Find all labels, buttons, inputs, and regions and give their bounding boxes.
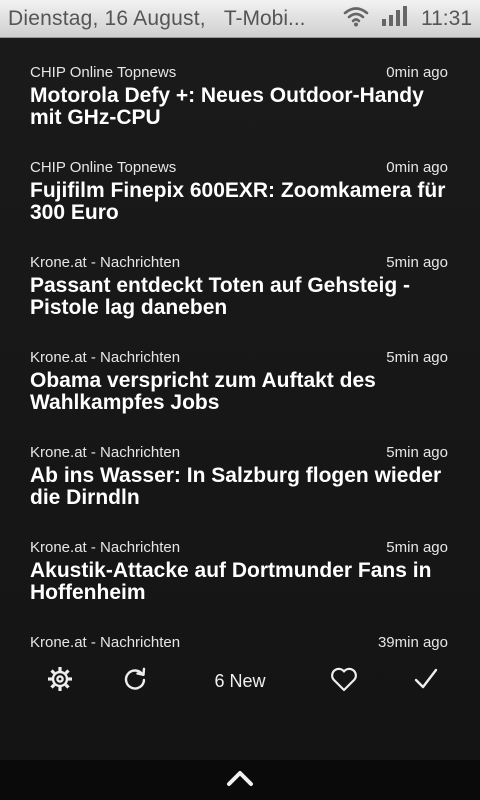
news-age: 5min ago bbox=[386, 444, 448, 461]
news-age: 5min ago bbox=[386, 349, 448, 366]
news-title: Ab ins Wasser: In Salzburg flogen wieder… bbox=[30, 464, 442, 509]
news-source: Krone.at - Nachrichten bbox=[30, 254, 181, 271]
checkmark-icon bbox=[413, 666, 439, 697]
new-count-label: 6 New bbox=[214, 670, 266, 691]
news-meta: CHIP Online Topnews 0min ago bbox=[30, 159, 448, 177]
news-meta: CHIP Online Topnews 0min ago bbox=[30, 64, 448, 82]
refresh-button[interactable] bbox=[115, 656, 155, 706]
status-carrier: T-Mobi... bbox=[223, 6, 306, 30]
news-item[interactable]: Krone.at - Nachrichten 39min ago bbox=[30, 634, 448, 652]
news-age: 5min ago bbox=[386, 254, 448, 271]
news-item[interactable]: Krone.at - Nachrichten 5min ago Akustik-… bbox=[30, 539, 448, 604]
favorite-button[interactable] bbox=[324, 656, 364, 706]
panel-handle[interactable] bbox=[0, 760, 480, 800]
news-age: 5min ago bbox=[386, 539, 448, 556]
mark-read-button[interactable] bbox=[406, 656, 446, 706]
news-source: CHIP Online Topnews bbox=[30, 159, 177, 176]
status-icons: 11:31 bbox=[343, 5, 472, 33]
news-source: Krone.at - Nachrichten bbox=[30, 349, 181, 366]
news-title: Passant entdeckt Toten auf Gehsteig - Pi… bbox=[30, 274, 411, 319]
news-source: Krone.at - Nachrichten bbox=[30, 444, 181, 461]
new-count-button[interactable]: 6 New bbox=[190, 656, 290, 706]
news-title: Fujifilm Finepix 600EXR: Zoomkamera für … bbox=[30, 179, 446, 224]
news-meta: Krone.at - Nachrichten 5min ago bbox=[30, 254, 448, 272]
settings-button[interactable] bbox=[40, 656, 80, 706]
news-meta: Krone.at - Nachrichten 5min ago bbox=[30, 349, 448, 367]
refresh-icon bbox=[122, 666, 148, 697]
news-title: Motorola Defy +: Neues Outdoor-Handy mit… bbox=[30, 84, 424, 129]
toolbar: 6 New bbox=[0, 656, 480, 706]
status-time: 11:31 bbox=[421, 6, 472, 30]
chevron-up-icon bbox=[226, 769, 254, 792]
news-source: CHIP Online Topnews bbox=[30, 64, 177, 81]
gear-icon bbox=[47, 666, 73, 697]
news-source: Krone.at - Nachrichten bbox=[30, 634, 181, 651]
heart-icon bbox=[330, 666, 358, 697]
notification-panel: CHIP Online Topnews 0min ago Motorola De… bbox=[0, 38, 480, 760]
news-item[interactable]: CHIP Online Topnews 0min ago Fujifilm Fi… bbox=[30, 159, 448, 224]
news-age: 39min ago bbox=[377, 634, 448, 651]
news-meta: Krone.at - Nachrichten 39min ago bbox=[30, 634, 448, 652]
news-title: Obama verspricht zum Auftakt des Wahlkam… bbox=[30, 369, 376, 414]
news-age: 0min ago bbox=[386, 64, 448, 81]
signal-icon bbox=[381, 5, 409, 33]
news-item[interactable]: Krone.at - Nachrichten 5min ago Passant … bbox=[30, 254, 448, 319]
news-meta: Krone.at - Nachrichten 5min ago bbox=[30, 539, 448, 557]
status-bar: Dienstag, 16 August, T-Mobi... 11:31 bbox=[0, 0, 480, 38]
news-title: Akustik-Attacke auf Dortmunder Fans in H… bbox=[30, 559, 432, 604]
news-item[interactable]: Krone.at - Nachrichten 5min ago Ab ins W… bbox=[30, 444, 448, 509]
news-item[interactable]: CHIP Online Topnews 0min ago Motorola De… bbox=[30, 64, 448, 129]
news-source: Krone.at - Nachrichten bbox=[30, 539, 181, 556]
wifi-icon bbox=[343, 5, 369, 33]
news-meta: Krone.at - Nachrichten 5min ago bbox=[30, 444, 448, 462]
news-item[interactable]: Krone.at - Nachrichten 5min ago Obama ve… bbox=[30, 349, 448, 414]
status-date: Dienstag, 16 August, bbox=[8, 6, 206, 30]
news-age: 0min ago bbox=[386, 159, 448, 176]
